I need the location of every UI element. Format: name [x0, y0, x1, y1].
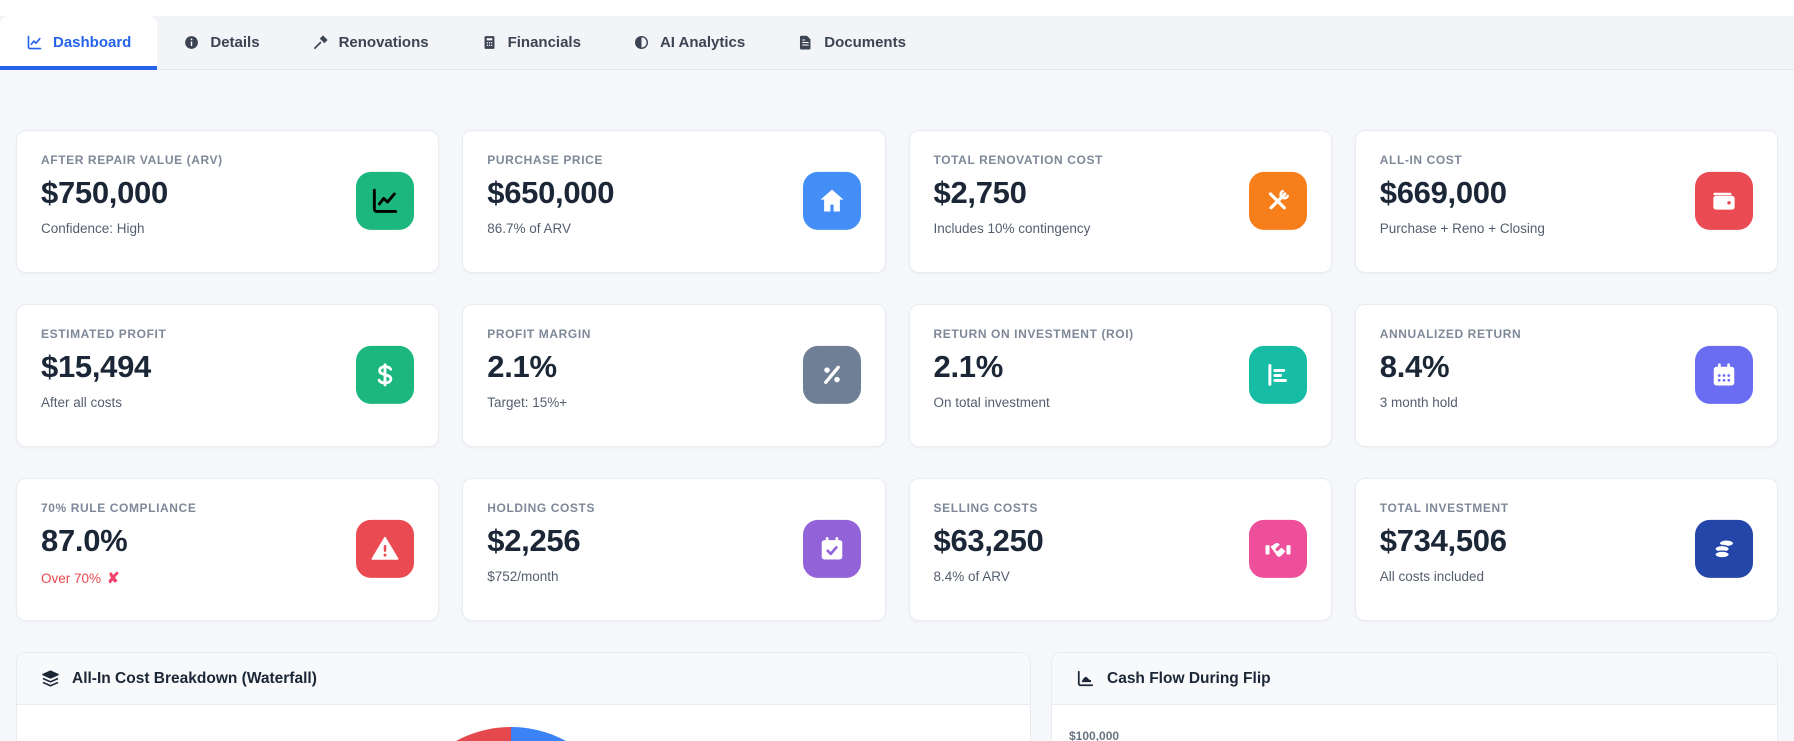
metric-label: PURCHASE PRICE [487, 153, 603, 167]
metric-card: 70% RULE COMPLIANCE 87.0% Over 70% ✘ [16, 478, 440, 621]
tools-icon [1248, 171, 1307, 230]
metric-label: RETURN ON INVESTMENT (ROI) [933, 327, 1134, 341]
dashboard-content: AFTER REPAIR VALUE (ARV) $750,000 Confid… [0, 70, 1794, 741]
tab-label: Dashboard [53, 34, 132, 51]
chart-line-icon [356, 171, 415, 230]
tab-details[interactable]: Details [157, 16, 285, 69]
cash-flow-panel: Cash Flow During Flip $100,000 [1051, 652, 1778, 741]
metric-label: TOTAL RENOVATION COST [933, 153, 1103, 167]
dollar-icon [356, 345, 415, 404]
metric-label: TOTAL INVESTMENT [1379, 501, 1509, 515]
chart-bar-icon [1248, 345, 1307, 404]
handshake-icon [1248, 519, 1307, 578]
metric-card: PROFIT MARGIN 2.1% Target: 15%+ [462, 304, 886, 447]
panel-header: Cash Flow During Flip [1052, 653, 1777, 705]
chart-area-icon [1076, 669, 1095, 688]
panel-body: $100,000 [1052, 705, 1777, 741]
panel-title: Cash Flow During Flip [1107, 669, 1271, 687]
metric-label: SELLING COSTS [933, 501, 1038, 515]
file-text-icon [797, 34, 814, 51]
metric-label: ESTIMATED PROFIT [41, 327, 167, 341]
tab-bar: Dashboard Details Renovations Financials… [0, 16, 1794, 70]
calculator-icon [481, 34, 498, 51]
metric-label: PROFIT MARGIN [487, 327, 592, 341]
metric-card: SELLING COSTS $63,250 8.4% of ARV [908, 478, 1332, 621]
metric-label: 70% RULE COMPLIANCE [41, 501, 197, 515]
wallet-icon [1695, 171, 1753, 230]
metric-card: RETURN ON INVESTMENT (ROI) 2.1% On total… [908, 304, 1332, 447]
tab-documents[interactable]: Documents [771, 16, 932, 69]
home-icon [802, 171, 861, 230]
metric-card: ESTIMATED PROFIT $15,494 After all costs [16, 304, 440, 447]
tab-label: Documents [824, 34, 906, 51]
tab-label: Details [210, 34, 260, 51]
info-icon [183, 34, 200, 51]
tab-label: Financials [507, 34, 581, 51]
layers-icon [41, 669, 60, 688]
tab-label: AI Analytics [659, 34, 746, 51]
metric-card: TOTAL INVESTMENT $734,506 All costs incl… [1354, 478, 1778, 621]
panel-header: All-In Cost Breakdown (Waterfall) [17, 653, 1030, 705]
y-axis-top-label: $100,000 [1069, 729, 1120, 741]
cost-breakdown-panel: All-In Cost Breakdown (Waterfall) [16, 652, 1031, 741]
chart-panels: All-In Cost Breakdown (Waterfall) Cash F… [16, 652, 1778, 741]
circle-half-icon [633, 34, 650, 51]
tab-financials[interactable]: Financials [455, 16, 607, 69]
warning-icon [356, 519, 415, 578]
metric-card: AFTER REPAIR VALUE (ARV) $750,000 Confid… [16, 130, 440, 273]
tab-renovations[interactable]: Renovations [286, 16, 455, 69]
metric-label: ALL-IN COST [1379, 153, 1463, 167]
tab-dashboard[interactable]: Dashboard [0, 16, 158, 70]
metric-card: ANNUALIZED RETURN 8.4% 3 month hold [1354, 304, 1778, 447]
calendar-icon [1695, 345, 1753, 404]
calendar-check-icon [802, 519, 861, 578]
top-strip [0, 0, 1794, 16]
metric-card-grid: AFTER REPAIR VALUE (ARV) $750,000 Confid… [16, 130, 1778, 621]
metric-card: HOLDING COSTS $2,256 $752/month [462, 478, 886, 621]
tab-ai-analytics[interactable]: AI Analytics [607, 16, 771, 69]
metric-label: ANNUALIZED RETURN [1379, 327, 1522, 341]
chart-line-icon [26, 34, 43, 51]
percent-icon [802, 345, 861, 404]
metric-label: AFTER REPAIR VALUE (ARV) [41, 153, 223, 167]
tab-label: Renovations [338, 34, 429, 51]
x-mark-icon: ✘ [107, 570, 120, 587]
metric-card: TOTAL RENOVATION COST $2,750 Includes 10… [908, 130, 1332, 273]
pie-chart [396, 727, 626, 741]
metric-card: PURCHASE PRICE $650,000 86.7% of ARV [462, 130, 886, 273]
panel-body [17, 705, 1030, 741]
metric-label: HOLDING COSTS [487, 501, 596, 515]
metric-card: ALL-IN COST $669,000 Purchase + Reno + C… [1354, 130, 1778, 273]
hammer-icon [312, 34, 329, 51]
panel-title: All-In Cost Breakdown (Waterfall) [72, 669, 317, 687]
coins-icon [1695, 519, 1753, 578]
metric-subtext: Over 70% ✘ [41, 570, 120, 587]
